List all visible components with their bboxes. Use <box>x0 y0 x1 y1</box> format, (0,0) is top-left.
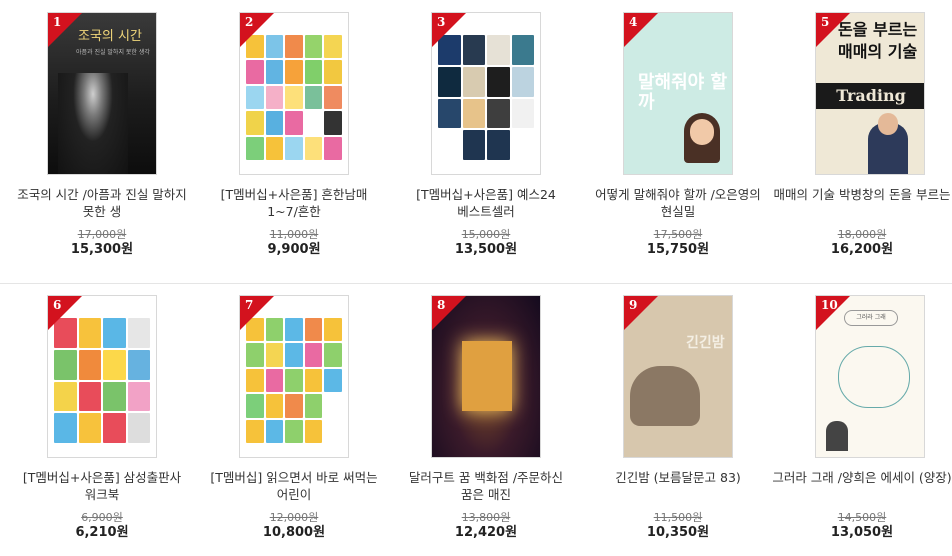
cover-art <box>630 366 700 426</box>
book-title-link[interactable]: 매매의 기술 박병창의 돈을 부르는 <box>772 186 952 220</box>
book-title-link[interactable]: [T멤버십+사은품] 흔한남매 1~7/흔한 <box>204 186 384 220</box>
book-cover[interactable]: 6 <box>47 295 157 458</box>
sale-price: 13,500원 <box>454 242 518 257</box>
cover-title: 긴긴밤 <box>686 335 725 351</box>
cover-band: Trading <box>816 83 924 109</box>
sale-price: 10,350원 <box>646 525 710 540</box>
book-cover[interactable]: 8 <box>431 295 541 458</box>
cover-title: 조국의 시간 <box>78 29 142 44</box>
cover-subtitle: 아픔과 진실 말하지 못한 생각 <box>76 49 150 56</box>
book-cover[interactable]: 조국의 시간 아픔과 진실 말하지 못한 생각 1 <box>47 12 157 175</box>
book-cover[interactable]: 2 <box>239 12 349 175</box>
rank-number: 8 <box>437 298 446 312</box>
book-title-link[interactable]: 조국의 시간 /아픔과 진실 말하지 못한 생 <box>12 186 192 220</box>
sale-price: 13,050원 <box>830 525 894 540</box>
rank-number: 7 <box>245 298 254 312</box>
cover-art <box>246 35 342 160</box>
book-title-link[interactable]: 어떻게 말해줘야 할까 /오은영의 현실밀 <box>588 186 768 220</box>
book-title-link[interactable]: 긴긴밤 (보름달문고 83) <box>588 469 768 503</box>
cover-art <box>54 318 150 443</box>
book-cover[interactable]: 말해줘야 할까 4 <box>623 12 733 175</box>
rank-number: 10 <box>821 298 838 312</box>
rank-number: 1 <box>53 15 62 29</box>
cover-art <box>462 341 512 411</box>
cover-title: 그러라 그래 <box>844 310 898 326</box>
cover-face <box>690 119 714 145</box>
sale-price: 16,200원 <box>830 242 894 257</box>
sale-price: 6,210원 <box>75 525 129 540</box>
sale-price: 10,800원 <box>262 525 326 540</box>
book-title-link[interactable]: [T멤버십+사은품] 삼성출판사 워크북 <box>12 469 192 503</box>
cover-face <box>878 113 898 135</box>
book-cover[interactable]: 7 <box>239 295 349 458</box>
book-title-link[interactable]: [T멤버십+사은품] 예스24 베스트셀러 <box>396 186 576 220</box>
cover-title: 말해줘야 할까 <box>638 72 728 113</box>
rank-number: 4 <box>629 15 638 29</box>
book-title-link[interactable]: 그러라 그래 /양희은 에세이 (양장) <box>772 469 952 503</box>
cover-photo <box>58 73 128 174</box>
book-title-link[interactable]: 달러구트 꿈 백화점 /주문하신 꿈은 매진 <box>396 469 576 503</box>
rank-number: 2 <box>245 15 254 29</box>
sale-price: 12,420원 <box>454 525 518 540</box>
cover-art <box>246 318 342 443</box>
cover-art <box>438 35 534 160</box>
sale-price: 15,750원 <box>646 242 710 257</box>
rank-number: 3 <box>437 15 446 29</box>
book-cover[interactable]: 3 <box>431 12 541 175</box>
row-divider <box>0 283 952 284</box>
rank-number: 9 <box>629 298 638 312</box>
cover-photo <box>826 421 848 451</box>
sale-price: 15,300원 <box>70 242 134 257</box>
rank-number: 5 <box>821 15 830 29</box>
book-title-link[interactable]: [T멤버십] 읽으면서 바로 써먹는 어린이 <box>204 469 384 503</box>
rank-number: 6 <box>53 298 62 312</box>
book-cover[interactable]: 그러라 그래 10 <box>815 295 925 458</box>
cover-art <box>838 346 910 408</box>
sale-price: 9,900원 <box>267 242 321 257</box>
book-cover[interactable]: 돈을 부르는 매매의 기술 Trading 5 <box>815 12 925 175</box>
book-cover[interactable]: 긴긴밤 9 <box>623 295 733 458</box>
